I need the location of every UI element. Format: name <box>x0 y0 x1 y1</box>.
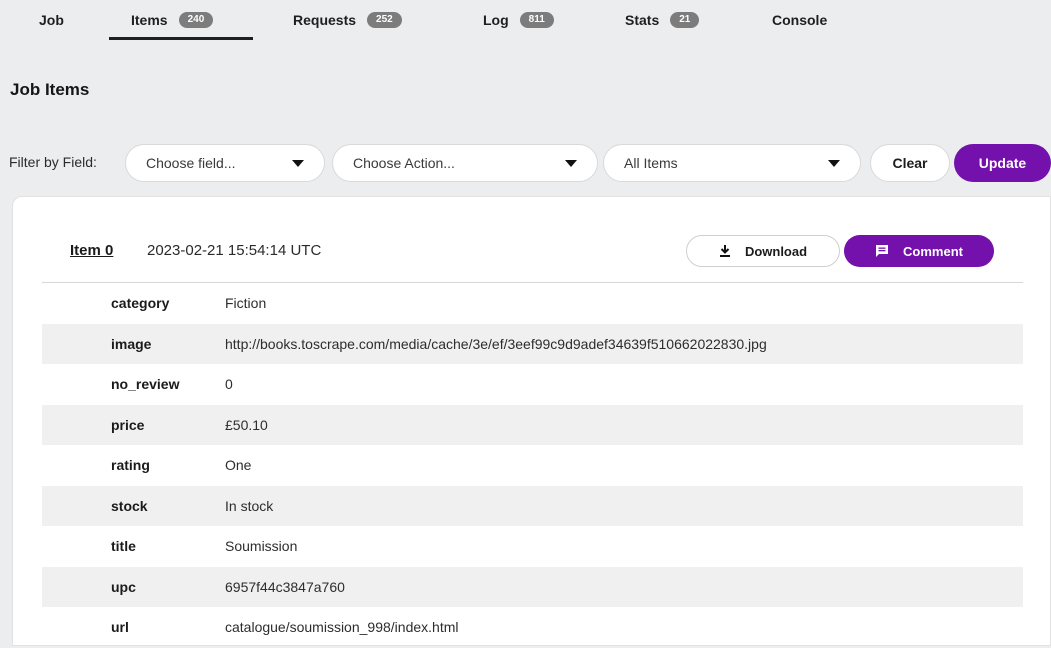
caret-down-icon <box>292 160 304 167</box>
action-select-value: Choose Action... <box>353 155 455 171</box>
tab-stats[interactable]: Stats 21 <box>625 0 700 40</box>
field-row: price £50.10 <box>42 404 1023 445</box>
tab-stats-count-badge: 21 <box>670 12 700 28</box>
field-value: 0 <box>225 376 233 393</box>
field-select[interactable]: Choose field... <box>125 144 325 182</box>
update-button[interactable]: Update <box>954 144 1051 182</box>
field-row: rating One <box>42 445 1023 486</box>
field-key: stock <box>111 497 148 514</box>
field-value: 6957f44c3847a760 <box>225 578 345 595</box>
tab-stats-label: Stats <box>625 12 660 28</box>
comment-button[interactable]: Comment <box>844 235 994 267</box>
field-row: title Soumission <box>42 526 1023 567</box>
field-row: no_review 0 <box>42 364 1023 405</box>
filter-label: Filter by Field: <box>9 154 97 170</box>
tab-requests[interactable]: Requests 252 <box>293 0 402 40</box>
caret-down-icon <box>565 160 577 167</box>
field-select-value: Choose field... <box>146 155 236 171</box>
download-button[interactable]: Download <box>686 235 840 267</box>
field-row: category Fiction <box>42 283 1023 324</box>
field-value: http://books.toscrape.com/media/cache/3e… <box>225 335 767 352</box>
field-key: rating <box>111 457 150 474</box>
field-key: url <box>111 619 129 636</box>
clear-button[interactable]: Clear <box>870 144 950 182</box>
field-row: url catalogue/soumission_998/index.html <box>42 607 1023 648</box>
comment-label: Comment <box>903 243 963 259</box>
field-value: Fiction <box>225 295 267 312</box>
action-select[interactable]: Choose Action... <box>332 144 598 182</box>
tab-console[interactable]: Console <box>772 0 827 40</box>
item-timestamp: 2023-02-21 15:54:14 UTC <box>147 242 322 259</box>
tab-log-label: Log <box>483 12 509 28</box>
field-value: catalogue/soumission_998/index.html <box>225 619 459 636</box>
field-value: Soumission <box>225 538 298 555</box>
tab-items-count-badge: 240 <box>178 12 214 28</box>
tab-log[interactable]: Log 811 <box>483 0 554 40</box>
tab-log-count-badge: 811 <box>519 12 554 28</box>
items-select-value: All Items <box>624 155 678 171</box>
tab-console-label: Console <box>772 12 828 28</box>
tab-requests-count-badge: 252 <box>367 12 402 28</box>
active-tab-indicator <box>109 37 253 40</box>
field-key: upc <box>111 578 136 595</box>
page-title: Job Items <box>10 80 90 99</box>
field-row: upc 6957f44c3847a760 <box>42 566 1023 607</box>
tab-job[interactable]: Job <box>39 0 64 40</box>
tab-items-label: Items <box>131 12 168 28</box>
tab-items[interactable]: Items 240 <box>131 0 214 40</box>
field-key: title <box>111 538 136 555</box>
field-row: image http://books.toscrape.com/media/ca… <box>42 323 1023 364</box>
field-value: In stock <box>225 497 274 514</box>
items-select[interactable]: All Items <box>603 144 861 182</box>
field-row: stock In stock <box>42 485 1023 526</box>
field-key: no_review <box>111 376 180 393</box>
tab-job-label: Job <box>39 12 64 28</box>
item-link[interactable]: Item 0 <box>70 242 113 259</box>
tab-bar: Job Items 240 Requests 252 Log 811 Stats… <box>0 0 1051 40</box>
field-value: One <box>225 457 252 474</box>
item-fields-table: category Fiction image http://books.tosc… <box>42 283 1023 648</box>
field-value: £50.10 <box>225 416 268 433</box>
download-label: Download <box>744 243 808 259</box>
caret-down-icon <box>828 160 840 167</box>
comment-icon <box>876 245 889 257</box>
field-key: category <box>111 295 170 312</box>
field-key: image <box>111 335 152 352</box>
field-key: price <box>111 416 145 433</box>
tab-requests-label: Requests <box>293 12 357 28</box>
download-icon <box>719 245 730 257</box>
